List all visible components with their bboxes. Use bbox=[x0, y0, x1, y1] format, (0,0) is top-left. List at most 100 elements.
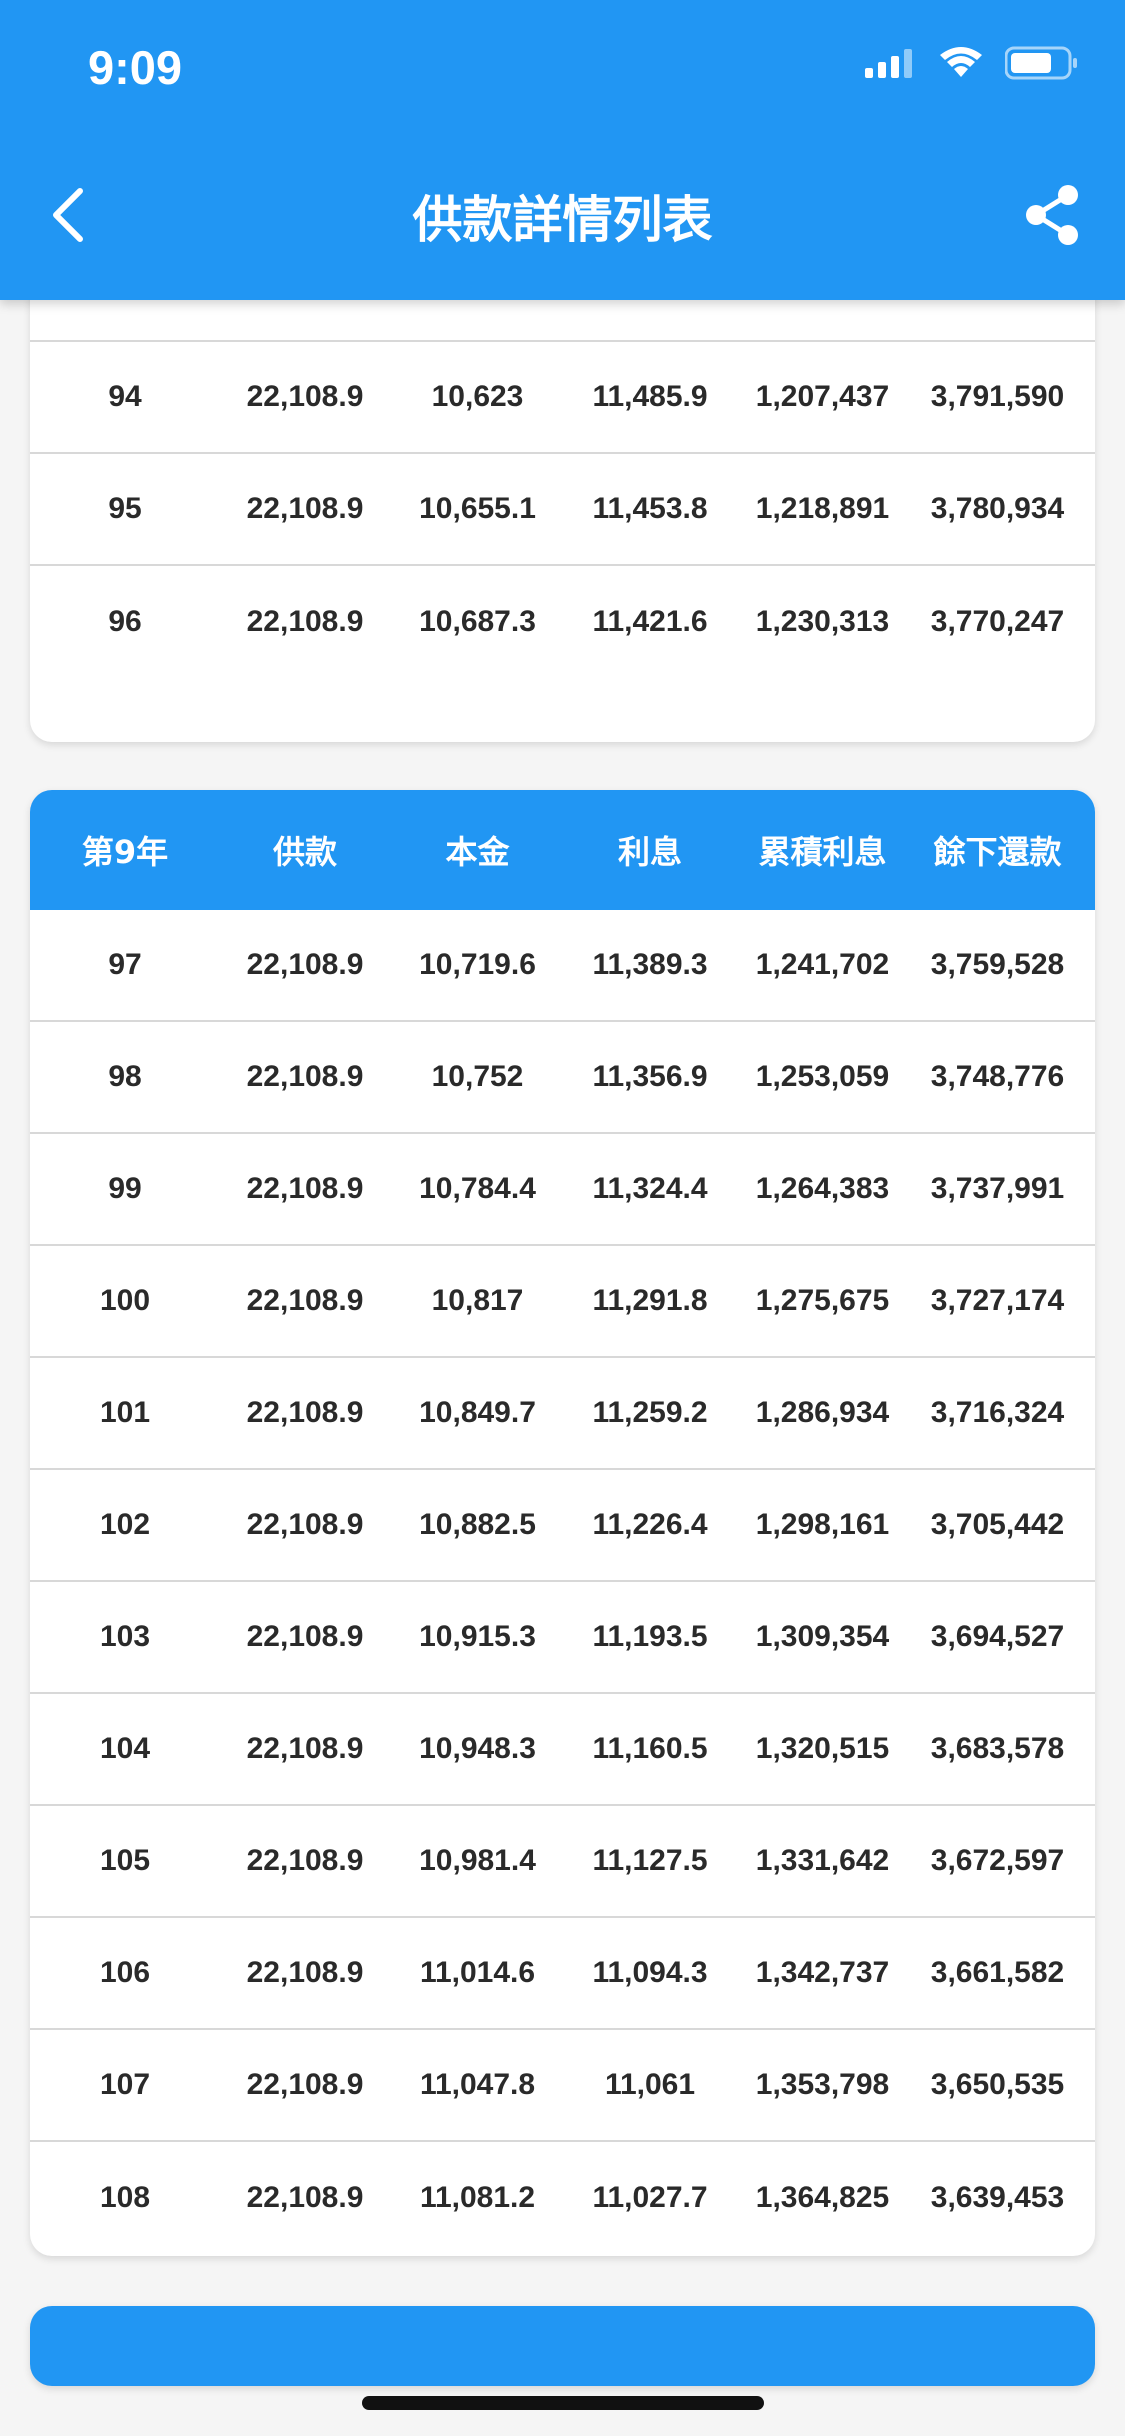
cell-payment: 22,108.9 bbox=[246, 2068, 364, 2101]
cell-period: 96 bbox=[108, 605, 142, 638]
cell-accumulated-interest: 1,264,383 bbox=[755, 1172, 890, 1205]
cell-remaining-balance: 3,694,527 bbox=[930, 1620, 1065, 1653]
cell-interest: 11,094.3 bbox=[592, 1956, 708, 1989]
cell-principal: 10,719.6 bbox=[419, 948, 536, 981]
cell-interest: 11,389.3 bbox=[592, 948, 708, 981]
cell-interest: 11,160.5 bbox=[592, 1732, 708, 1765]
cell-remaining-balance: 3,683,578 bbox=[930, 1732, 1065, 1765]
cell-interest: 11,485.9 bbox=[592, 380, 708, 413]
prev-year-table: 9322,108.910,59111,517.81,195,9523,802,2… bbox=[30, 230, 1095, 742]
header-remaining-balance: 餘下還款 bbox=[933, 833, 1062, 871]
cell-remaining-balance: 3,727,174 bbox=[930, 1284, 1065, 1317]
cell-remaining-balance: 3,650,535 bbox=[930, 2068, 1065, 2101]
cell-accumulated-interest: 1,353,798 bbox=[755, 2068, 890, 2101]
table-row: 99 22,108.9 10,784.4 11,324.4 1,264,383 3,737… bbox=[30, 1134, 1095, 1246]
cell-period: 97 bbox=[108, 948, 142, 981]
cell-principal: 10,981.4 bbox=[419, 1844, 536, 1877]
table-row: 95 22,108.9 10,655.1 11,453.8 1,218,891 3,780… bbox=[30, 454, 1095, 566]
table-row: 108 22,108.9 11,081.2 11,027.7 1,364,825 3,63… bbox=[30, 2142, 1095, 2254]
cell-accumulated-interest: 1,218,891 bbox=[755, 492, 890, 525]
home-indicator[interactable] bbox=[362, 2396, 764, 2410]
header-accumulated-interest: 累積利息 bbox=[758, 833, 887, 871]
cell-principal: 10,882.5 bbox=[419, 1508, 536, 1541]
cell-payment: 22,108.9 bbox=[246, 1284, 364, 1317]
cell-period: 108 bbox=[99, 2181, 151, 2214]
cell-accumulated-interest: 1,207,437 bbox=[755, 380, 890, 413]
cell-payment: 22,108.9 bbox=[246, 948, 364, 981]
cell-remaining-balance: 3,748,776 bbox=[930, 1060, 1065, 1093]
table-row: 97 22,108.9 10,719.6 11,389.3 1,241,702 3,759… bbox=[30, 910, 1095, 1022]
cell-principal: 10,915.3 bbox=[419, 1620, 536, 1653]
cell-principal: 10,687.3 bbox=[419, 605, 536, 638]
header-principal: 本金 bbox=[445, 833, 510, 871]
cell-payment: 22,108.9 bbox=[246, 1620, 364, 1653]
cell-accumulated-interest: 1,298,161 bbox=[755, 1508, 890, 1541]
cellular-signal-icon bbox=[865, 48, 917, 82]
table-row: 101 22,108.9 10,849.7 11,259.2 1,286,934 3,71… bbox=[30, 1358, 1095, 1470]
cell-period: 105 bbox=[99, 1844, 151, 1877]
cell-remaining-balance: 3,791,590 bbox=[930, 380, 1065, 413]
cell-principal: 10,849.7 bbox=[419, 1396, 536, 1429]
cell-remaining-balance: 3,639,453 bbox=[930, 2181, 1065, 2214]
cell-remaining-balance: 3,705,442 bbox=[930, 1508, 1065, 1541]
cell-period: 100 bbox=[99, 1284, 151, 1317]
cell-principal: 10,948.3 bbox=[419, 1732, 536, 1765]
cell-interest: 11,291.8 bbox=[592, 1284, 708, 1317]
cell-accumulated-interest: 1,331,642 bbox=[755, 1844, 890, 1877]
table-row: 107 22,108.9 11,047.8 11,061 1,353,798 3,650,… bbox=[30, 2030, 1095, 2142]
cell-principal: 10,655.1 bbox=[419, 492, 536, 525]
cell-principal: 10,623 bbox=[431, 380, 524, 413]
cell-accumulated-interest: 1,320,515 bbox=[755, 1732, 890, 1765]
cell-accumulated-interest: 1,364,825 bbox=[755, 2181, 890, 2214]
app-bar: 9:09 供款詳情列表 bbox=[0, 0, 1125, 300]
cell-accumulated-interest: 1,275,675 bbox=[755, 1284, 890, 1317]
cell-accumulated-interest: 1,230,313 bbox=[755, 605, 890, 638]
cell-payment: 22,108.9 bbox=[246, 605, 364, 638]
status-time: 9:09 bbox=[88, 41, 183, 94]
cell-accumulated-interest: 1,342,737 bbox=[755, 1956, 890, 1989]
cell-remaining-balance: 3,672,597 bbox=[930, 1844, 1065, 1877]
cell-period: 99 bbox=[108, 1172, 142, 1205]
cell-interest: 11,453.8 bbox=[592, 492, 708, 525]
cell-remaining-balance: 3,759,528 bbox=[930, 948, 1065, 981]
cell-period: 106 bbox=[99, 1956, 151, 1989]
cell-payment: 22,108.9 bbox=[246, 1396, 364, 1429]
cell-period: 102 bbox=[99, 1508, 151, 1541]
cell-interest: 11,324.4 bbox=[592, 1172, 708, 1205]
cell-interest: 11,127.5 bbox=[592, 1844, 708, 1877]
cell-accumulated-interest: 1,309,354 bbox=[755, 1620, 890, 1653]
cell-payment: 22,108.9 bbox=[246, 1956, 364, 1989]
cell-interest: 11,061 bbox=[604, 2068, 696, 2101]
header-year: 第9年 bbox=[81, 833, 169, 871]
cell-accumulated-interest: 1,241,702 bbox=[755, 948, 890, 981]
cell-period: 104 bbox=[99, 1732, 151, 1765]
cell-remaining-balance: 3,661,582 bbox=[930, 1956, 1065, 1989]
header-payment: 供款 bbox=[272, 833, 337, 871]
cell-payment: 22,108.9 bbox=[246, 380, 364, 413]
header-interest: 利息 bbox=[617, 833, 682, 871]
cell-payment: 22,108.9 bbox=[246, 1508, 364, 1541]
cell-remaining-balance: 3,737,991 bbox=[930, 1172, 1065, 1205]
cell-payment: 22,108.9 bbox=[246, 1172, 364, 1205]
cell-principal: 11,047.8 bbox=[419, 2068, 536, 2101]
cell-interest: 11,193.5 bbox=[592, 1620, 708, 1653]
table-row: 102 22,108.9 10,882.5 11,226.4 1,298,161 3,70… bbox=[30, 1470, 1095, 1582]
cell-principal: 10,784.4 bbox=[419, 1172, 536, 1205]
table-row: 100 22,108.9 10,817 11,291.8 1,275,675 3,727,… bbox=[30, 1246, 1095, 1358]
cell-principal: 10,817 bbox=[431, 1284, 524, 1317]
table-row: 98 22,108.9 10,752 11,356.9 1,253,059 3,748,7… bbox=[30, 1022, 1095, 1134]
cell-period: 107 bbox=[99, 2068, 151, 2101]
cell-accumulated-interest: 1,286,934 bbox=[755, 1396, 890, 1429]
cell-period: 101 bbox=[99, 1396, 151, 1429]
cell-payment: 22,108.9 bbox=[246, 1732, 364, 1765]
table-row: 106 22,108.9 11,014.6 11,094.3 1,342,737 3,66… bbox=[30, 1918, 1095, 2030]
table-row: 103 22,108.9 10,915.3 11,193.5 1,309,354 3,69… bbox=[30, 1582, 1095, 1694]
cell-principal: 11,014.6 bbox=[419, 1956, 536, 1989]
share-button[interactable] bbox=[1017, 180, 1087, 250]
cell-remaining-balance: 3,770,247 bbox=[930, 605, 1065, 638]
battery-icon bbox=[1004, 46, 1079, 84]
table-row: 94 22,108.9 10,623 11,485.9 1,207,437 3,791,5… bbox=[30, 342, 1095, 454]
cell-period: 94 bbox=[108, 380, 142, 413]
page-title: 供款詳情列表 bbox=[412, 191, 713, 249]
wifi-icon bbox=[939, 47, 983, 83]
